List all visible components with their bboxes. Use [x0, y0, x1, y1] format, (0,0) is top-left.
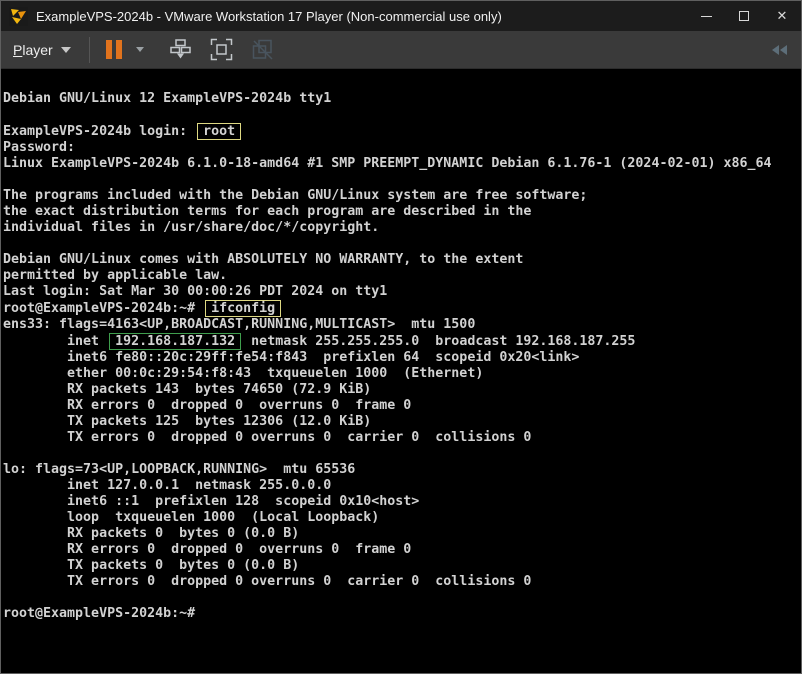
maximize-icon — [739, 11, 749, 21]
terminal-line: TX packets 0 bytes 0 (0.0 B) — [3, 558, 801, 574]
chevron-down-icon — [60, 46, 71, 53]
minimize-button[interactable] — [687, 1, 725, 31]
terminal-text: Linux ExampleVPS-2024b 6.1.0-18-amd64 #1… — [3, 156, 772, 171]
player-menu[interactable]: Player — [1, 31, 81, 68]
terminal-text: lo: flags=73<UP,LOOPBACK,RUNNING> mtu 65… — [3, 462, 356, 477]
close-icon: ✕ — [776, 8, 788, 23]
ctrl-alt-del-icon — [169, 39, 191, 59]
close-button[interactable]: ✕ — [763, 1, 801, 31]
terminal-line: The programs included with the Debian GN… — [3, 188, 801, 204]
terminal-line: ens33: flags=4163<UP,BROADCAST,RUNNING,M… — [3, 317, 801, 333]
terminal-text: ExampleVPS-2024b login: — [3, 124, 196, 139]
terminal-line: Password: — [3, 140, 801, 156]
terminal-line: TX errors 0 dropped 0 overruns 0 carrier… — [3, 430, 801, 446]
maximize-button[interactable] — [725, 1, 763, 31]
terminal-line: lo: flags=73<UP,LOOPBACK,RUNNING> mtu 65… — [3, 462, 801, 478]
minimize-icon — [700, 15, 712, 17]
terminal-line: inet 192.168.187.132 netmask 255.255.255… — [3, 333, 801, 350]
terminal-line: Debian GNU/Linux 12 ExampleVPS-2024b tty… — [3, 91, 801, 107]
terminal-text: TX packets 125 bytes 12306 (12.0 KiB) — [3, 414, 372, 429]
unity-mode-button — [247, 35, 278, 65]
terminal-line: RX errors 0 dropped 0 overruns 0 frame 0 — [3, 542, 801, 558]
terminal-text: ether 00:0c:29:54:f8:43 txqueuelen 1000 … — [3, 366, 484, 381]
terminal-text: individual files in /usr/share/doc/*/cop… — [3, 220, 380, 235]
terminal-line: ExampleVPS-2024b login: root — [3, 123, 801, 140]
terminal-line: root@ExampleVPS-2024b:~# — [3, 606, 801, 622]
terminal-line: TX packets 125 bytes 12306 (12.0 KiB) — [3, 414, 801, 430]
command-annotation: ifconfig — [205, 300, 282, 317]
terminal-line: inet 127.0.0.1 netmask 255.0.0.0 — [3, 478, 801, 494]
terminal-text: permitted by applicable law. — [3, 268, 228, 283]
terminal-text: RX packets 0 bytes 0 (0.0 B) — [3, 526, 300, 541]
terminal-line: permitted by applicable law. — [3, 268, 801, 284]
terminal-text: inet6 fe80::20c:29ff:fe54:f843 prefixlen… — [3, 350, 580, 365]
fullscreen-icon — [210, 38, 232, 61]
chevrons-left-icon — [780, 44, 787, 55]
terminal-text: RX errors 0 dropped 0 overruns 0 frame 0 — [3, 398, 412, 413]
pause-icon — [105, 40, 122, 59]
vmware-player-window: ExampleVPS-2024b - VMware Workstation 17… — [0, 0, 802, 674]
terminal-line: Linux ExampleVPS-2024b 6.1.0-18-amd64 #1… — [3, 156, 801, 172]
chevrons-left-icon — [772, 44, 779, 55]
terminal-line: Debian GNU/Linux comes with ABSOLUTELY N… — [3, 252, 801, 268]
terminal-text: loop txqueuelen 1000 (Local Loopback) — [3, 510, 380, 525]
terminal-line: individual files in /usr/share/doc/*/cop… — [3, 220, 801, 236]
toolbar: Player — [1, 31, 801, 69]
window-title: ExampleVPS-2024b - VMware Workstation 17… — [36, 8, 502, 24]
collapse-toolbar-button[interactable] — [772, 44, 787, 55]
terminal-text: Debian GNU/Linux 12 ExampleVPS-2024b tty… — [3, 91, 332, 106]
terminal-text: the exact distribution terms for each pr… — [3, 204, 532, 219]
terminal-line: root@ExampleVPS-2024b:~# ifconfig — [3, 300, 801, 317]
terminal-text: Last login: Sat Mar 30 00:00:26 PDT 2024… — [3, 284, 388, 299]
terminal-line: RX packets 0 bytes 0 (0.0 B) — [3, 526, 801, 542]
terminal-text: Password: — [3, 140, 76, 155]
terminal-text: inet 127.0.0.1 netmask 255.0.0.0 — [3, 478, 332, 493]
terminal-text: ens33: flags=4163<UP,BROADCAST,RUNNING,M… — [3, 317, 476, 332]
ip-address-annotation: 192.168.187.132 — [109, 333, 242, 350]
terminal-text: root@ExampleVPS-2024b:~# — [3, 301, 204, 316]
terminal-text: RX errors 0 dropped 0 overruns 0 frame 0 — [3, 542, 412, 557]
send-ctrl-alt-del-button[interactable] — [165, 35, 196, 65]
terminal-text: The programs included with the Debian GN… — [3, 188, 588, 203]
toolbar-separator — [88, 36, 90, 63]
title-bar: ExampleVPS-2024b - VMware Workstation 17… — [1, 1, 801, 31]
terminal-line: the exact distribution terms for each pr… — [3, 204, 801, 220]
chevron-down-icon — [135, 47, 144, 52]
terminal-text: inet — [3, 334, 108, 349]
terminal-text: netmask 255.255.255.0 broadcast 192.168.… — [243, 334, 636, 349]
terminal-text: TX errors 0 dropped 0 overruns 0 carrier… — [3, 430, 532, 445]
vm-console-screen[interactable]: Debian GNU/Linux 12 ExampleVPS-2024b tty… — [1, 69, 801, 673]
terminal-line: loop txqueuelen 1000 (Local Loopback) — [3, 510, 801, 526]
terminal-text: inet6 ::1 prefixlen 128 scopeid 0x10<hos… — [3, 494, 420, 509]
terminal-text: Debian GNU/Linux comes with ABSOLUTELY N… — [3, 252, 524, 267]
suspend-dropdown-button[interactable] — [124, 35, 148, 65]
terminal-line: TX errors 0 dropped 0 overruns 0 carrier… — [3, 574, 801, 590]
terminal-line: ether 00:0c:29:54:f8:43 txqueuelen 1000 … — [3, 366, 801, 382]
vmware-logo-icon — [9, 6, 28, 26]
terminal-line: Last login: Sat Mar 30 00:00:26 PDT 2024… — [3, 284, 801, 300]
player-menu-label: P — [13, 41, 23, 58]
terminal-text: TX packets 0 bytes 0 (0.0 B) — [3, 558, 300, 573]
terminal-line: inet6 ::1 prefixlen 128 scopeid 0x10<hos… — [3, 494, 801, 510]
terminal-line: RX errors 0 dropped 0 overruns 0 frame 0 — [3, 398, 801, 414]
login-user-annotation: root — [197, 123, 242, 140]
fullscreen-button[interactable] — [206, 35, 237, 65]
suspend-button[interactable] — [105, 35, 122, 65]
unity-mode-disabled-icon — [252, 39, 273, 60]
terminal-text: root@ExampleVPS-2024b:~# — [3, 606, 196, 621]
terminal-line: RX packets 143 bytes 74650 (72.9 KiB) — [3, 382, 801, 398]
terminal-text: TX errors 0 dropped 0 overruns 0 carrier… — [3, 574, 532, 589]
terminal-text: RX packets 143 bytes 74650 (72.9 KiB) — [3, 382, 372, 397]
terminal-line: inet6 fe80::20c:29ff:fe54:f843 prefixlen… — [3, 350, 801, 366]
